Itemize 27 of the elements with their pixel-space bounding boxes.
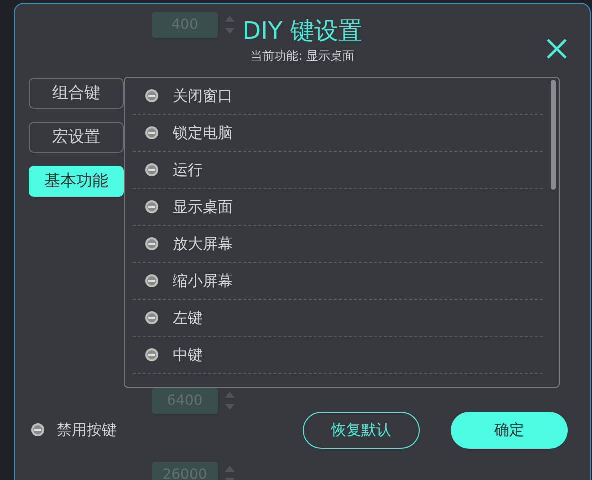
function-item[interactable]: 关闭窗口 bbox=[173, 86, 233, 106]
function-item[interactable]: 缩小屏幕 bbox=[173, 272, 233, 290]
function-item[interactable]: 显示桌面 bbox=[173, 198, 233, 216]
tab[interactable]: 宏设置 bbox=[29, 122, 124, 153]
scrollbar[interactable] bbox=[551, 80, 556, 190]
minus-icon bbox=[145, 311, 159, 325]
function-item[interactable]: 放大屏幕 bbox=[173, 234, 233, 254]
function-item[interactable]: 锁定电脑 bbox=[173, 124, 233, 142]
minus-icon bbox=[145, 274, 159, 288]
minus-icon bbox=[145, 163, 159, 177]
tab[interactable]: 组合键 bbox=[29, 78, 124, 109]
minus-icon bbox=[145, 237, 159, 251]
tab[interactable]: 基本功能 bbox=[29, 166, 124, 197]
close-icon[interactable] bbox=[546, 38, 568, 60]
function-item[interactable]: 左键 bbox=[173, 308, 203, 328]
minus-icon bbox=[31, 423, 45, 437]
restore-default-button[interactable]: 恢复默认 bbox=[303, 412, 420, 448]
minus-icon bbox=[145, 200, 159, 214]
function-item[interactable]: 运行 bbox=[173, 160, 203, 180]
disable-key-label[interactable]: 禁用按键 bbox=[57, 420, 117, 440]
dialog-title: DIY 键设置 bbox=[242, 16, 362, 46]
current-function-label: 当前功能: 显示桌面 bbox=[250, 48, 354, 64]
minus-icon bbox=[145, 348, 159, 362]
function-item[interactable]: 中键 bbox=[173, 346, 203, 364]
minus-icon bbox=[145, 89, 159, 103]
minus-icon bbox=[145, 126, 159, 140]
confirm-button[interactable]: 确定 bbox=[451, 412, 568, 448]
